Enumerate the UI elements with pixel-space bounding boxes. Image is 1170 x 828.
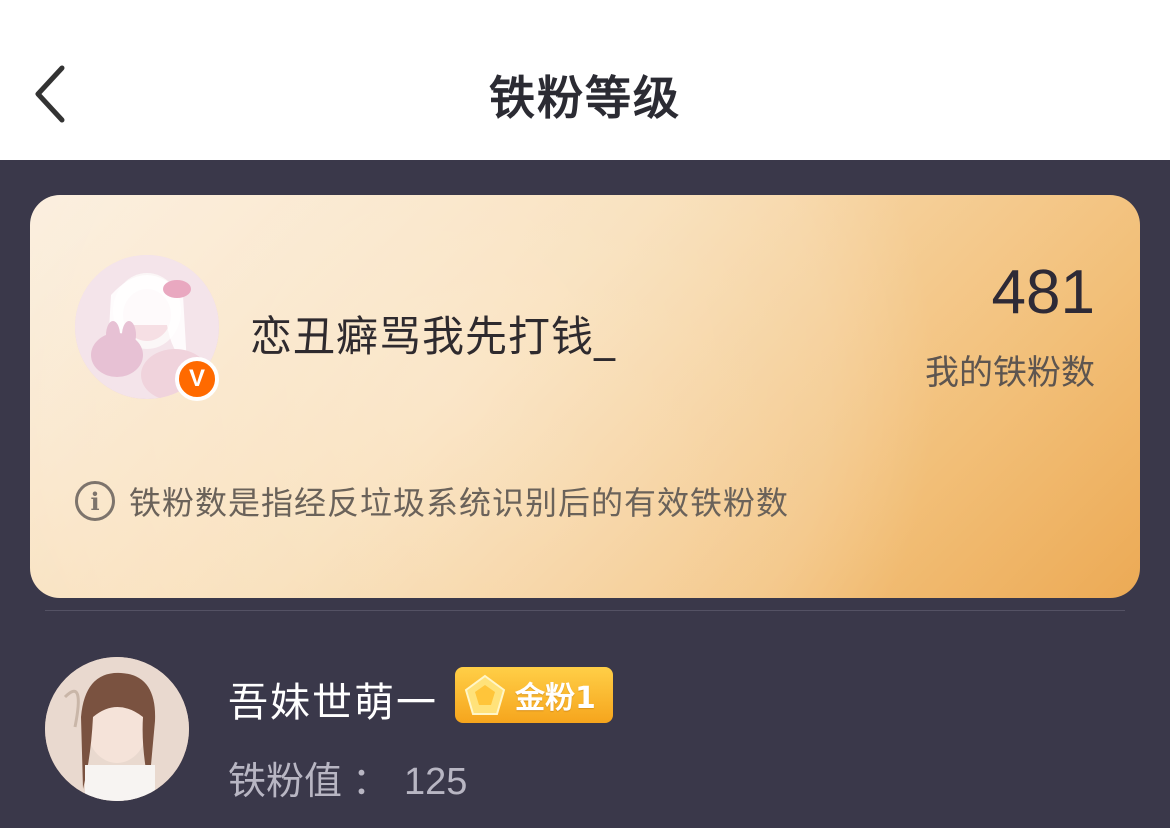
divider	[45, 610, 1125, 611]
profile-card: V 恋丑癖骂我先打钱_ 481 我的铁粉数 i 铁粉数是指经反垃圾系统识别后的有…	[30, 195, 1140, 598]
fan-count: 481	[991, 258, 1095, 327]
fan-value-separator: ：	[352, 759, 391, 803]
fan-value-row: 铁粉值 ： 125	[228, 750, 467, 805]
fan-value: 125	[404, 761, 468, 803]
page-title: 铁粉等级	[489, 71, 681, 125]
info-text: 铁粉数是指经反垃圾系统识别后的有效铁粉数	[129, 484, 790, 522]
verified-badge-icon: V	[175, 357, 219, 401]
top-bar: 铁粉等级	[0, 0, 1170, 160]
gold-gem-icon	[464, 674, 506, 715]
fan-avatar-photo	[45, 657, 189, 801]
level-label: 金粉1	[515, 681, 596, 716]
info-note: i 铁粉数是指经反垃圾系统识别后的有效铁粉数	[75, 478, 789, 524]
profile-avatar-container[interactable]: V	[75, 255, 225, 405]
fan-count-label: 我的铁粉数	[925, 353, 1095, 393]
fan-name: 吾妹世萌一	[228, 680, 438, 726]
info-circle-icon[interactable]: i	[75, 481, 115, 521]
fan-value-label: 铁粉值	[228, 759, 343, 803]
profile-username: 恋丑癖骂我先打钱_	[250, 312, 617, 361]
fan-list-item[interactable]: 吾妹世萌一 金粉1 铁粉值 ： 125	[0, 650, 1170, 810]
fan-avatar[interactable]	[45, 657, 189, 801]
level-badge: 金粉1	[455, 667, 613, 723]
